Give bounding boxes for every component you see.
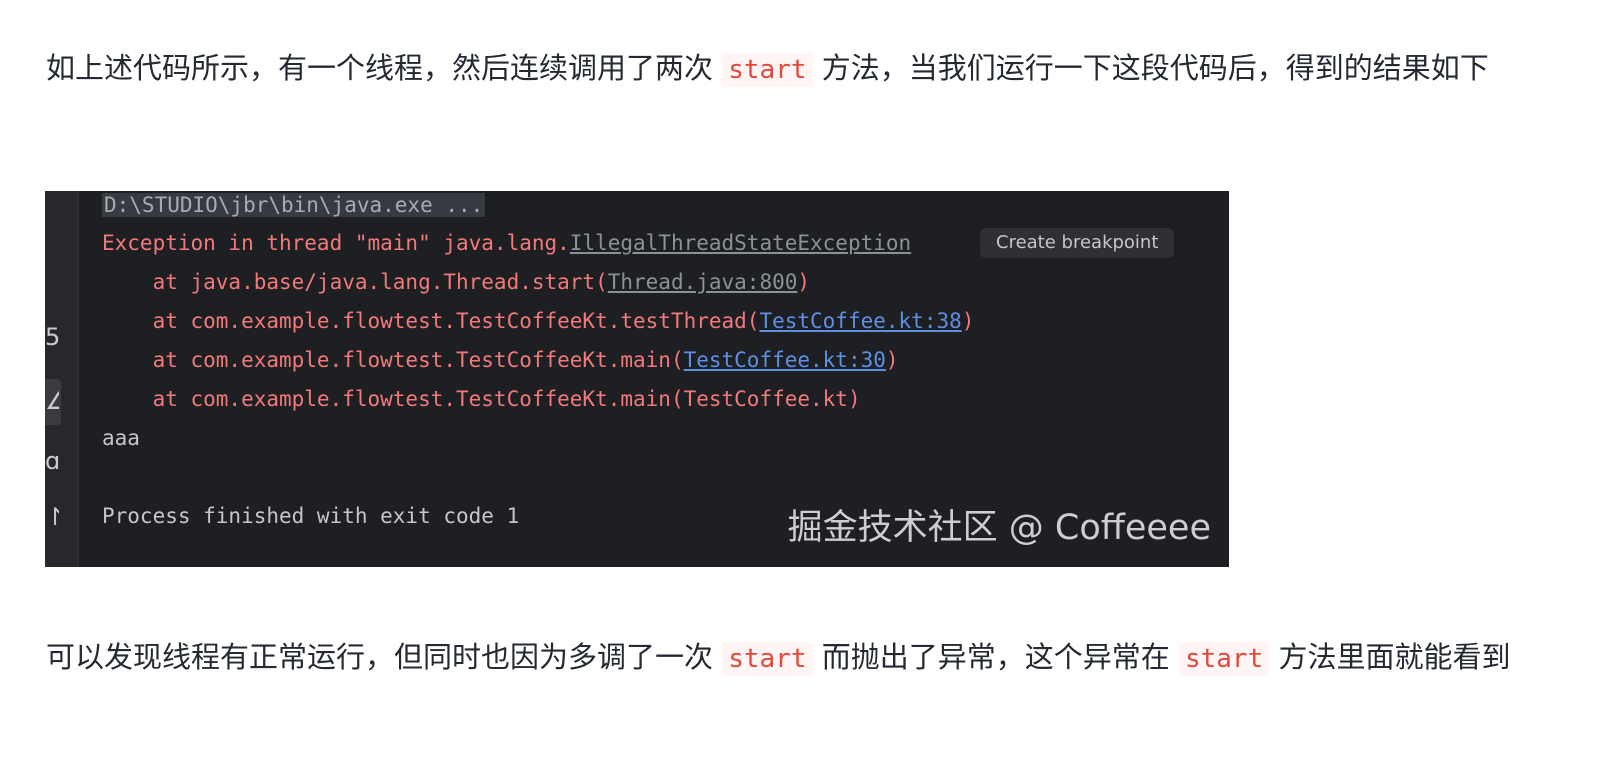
- exit-message: Process finished with exit code 1: [102, 504, 520, 528]
- paragraph-text: 方法，当我们运行一下这段代码后，得到的结果如下: [821, 51, 1489, 85]
- paragraph-intro: 如上述代码所示，有一个线程，然后连续调用了两次 start 方法，当我们运行一下…: [46, 41, 1526, 97]
- paragraph-text: 如上述代码所示，有一个线程，然后连续调用了两次: [46, 51, 714, 85]
- source-link[interactable]: TestCoffee.kt:38: [759, 309, 961, 333]
- gutter-icon: ɑ: [45, 447, 59, 475]
- stack-frame-line: at com.example.flowtest.TestCoffeeKt.mai…: [102, 348, 899, 372]
- stack-frame-line: at com.example.flowtest.TestCoffeeKt.tes…: [102, 309, 975, 333]
- inline-code-start: start: [722, 642, 813, 676]
- console-command-line: D:\STUDIO\jbr\bin\java.exe ...: [102, 193, 486, 217]
- paragraph-text: 方法里面就能看到: [1278, 640, 1511, 674]
- console-output-screenshot: 5 ∠ ɑ ↾ D:\STUDIO\jbr\bin\java.exe ... E…: [45, 191, 1229, 567]
- source-link[interactable]: Thread.java:800: [608, 270, 798, 294]
- program-output: aaa: [102, 426, 140, 450]
- paragraph-text: 而抛出了异常，这个异常在: [821, 640, 1170, 674]
- paragraph-explanation: 可以发现线程有正常运行，但同时也因为多调了一次 start 而抛出了异常，这个异…: [46, 630, 1526, 686]
- exception-line: Exception in thread "main" java.lang.Ill…: [102, 231, 912, 255]
- stack-frame-line: at com.example.flowtest.TestCoffeeKt.mai…: [102, 387, 861, 411]
- gutter-icon: 5: [45, 323, 59, 351]
- stack-frame-line: at java.base/java.lang.Thread.start(Thre…: [102, 270, 811, 294]
- paragraph-text: 可以发现线程有正常运行，但同时也因为多调了一次: [46, 640, 714, 674]
- create-breakpoint-tooltip[interactable]: Create breakpoint: [980, 228, 1175, 258]
- inline-code-start: start: [722, 53, 813, 87]
- gutter-icon: ∠: [45, 387, 59, 415]
- inline-code-start: start: [1178, 642, 1270, 676]
- console-gutter: 5 ∠ ɑ ↾: [45, 191, 79, 567]
- gutter-icon: ↾: [45, 503, 59, 531]
- juejin-watermark: 掘金技术社区 @ Coffeeee: [787, 508, 1211, 548]
- exception-class-link[interactable]: IllegalThreadStateException: [570, 231, 911, 255]
- source-link[interactable]: TestCoffee.kt:30: [684, 348, 886, 372]
